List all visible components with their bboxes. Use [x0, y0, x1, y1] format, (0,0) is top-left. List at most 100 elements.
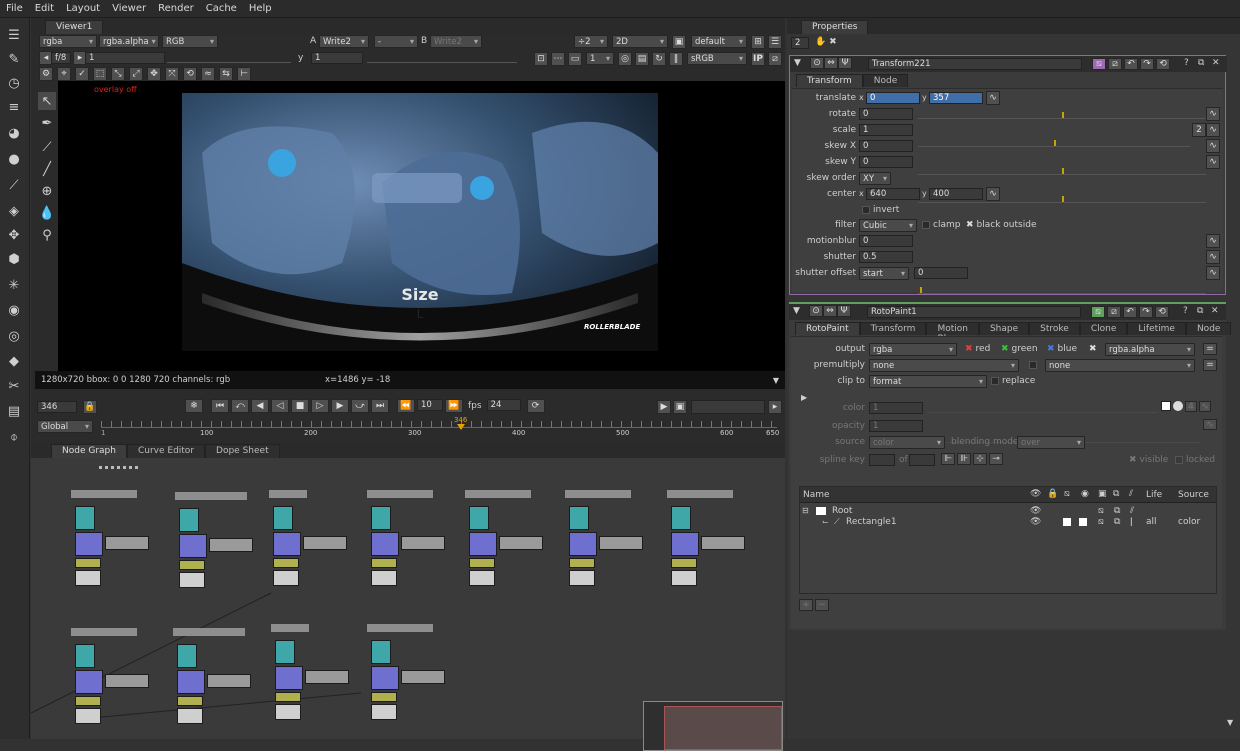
lut-default-dropdown[interactable]: default [691, 35, 747, 48]
settings-gear-icon[interactable]: ⚙ [39, 67, 53, 81]
other-nodes-icon[interactable]: ▤ [5, 402, 23, 420]
skew-order-dropdown[interactable]: XY [859, 172, 891, 185]
gamma-slider[interactable] [367, 55, 517, 63]
pick-icon[interactable]: ✓ [75, 67, 89, 81]
draw-nodes-icon[interactable]: ✎ [5, 50, 23, 68]
shutter-offset-dropdown[interactable]: start [859, 267, 909, 280]
link-icon[interactable]: ⇆ [219, 67, 233, 81]
col-lock-icon[interactable]: 🔒 [1047, 489, 1058, 499]
expand-timeline-icon[interactable]: ▸ [768, 400, 782, 414]
menu-edit[interactable]: Edit [29, 3, 60, 14]
refresh-icon[interactable]: ↻ [652, 52, 666, 66]
color-display-dropdown[interactable]: RGB [162, 35, 218, 48]
last-frame-icon[interactable]: ⏭ [371, 399, 389, 413]
menu-file[interactable]: File [0, 3, 29, 14]
scale-slider[interactable] [918, 135, 1190, 147]
bezier-tool-icon[interactable]: ✒ [38, 114, 56, 132]
info-expand-icon[interactable]: ▼ [773, 376, 779, 385]
add-key-icon[interactable]: ⤡ [111, 67, 125, 81]
roto-redo-icon[interactable]: ↷ [1139, 306, 1153, 318]
blue-checkbox[interactable]: ✖ blue [1047, 344, 1077, 354]
spline-key-field[interactable] [869, 454, 895, 466]
opacity-anim-icon[interactable]: ∿ [1203, 419, 1217, 430]
roto-close-icon[interactable]: ✕ [1211, 306, 1219, 316]
add-key-icon[interactable]: ⊹ [973, 453, 987, 465]
center-x-field[interactable]: 640 [866, 188, 920, 200]
skewy-anim-icon[interactable]: ∿ [1206, 155, 1220, 169]
tree-row-rectangle[interactable]: ⌙ ⟋ Rectangle1 👁 ⧅ ⧉ ǀ all color [802, 517, 1214, 529]
color-wheel-icon[interactable] [1173, 401, 1183, 411]
rect-visible-icon[interactable]: 👁 [1030, 517, 1041, 527]
locked-checkbox[interactable]: locked [1175, 455, 1215, 465]
tab-transform[interactable]: Transform [796, 74, 863, 87]
tab-node-graph[interactable]: Node Graph [51, 444, 127, 458]
col-overlay-icon[interactable]: ⧅ [1064, 489, 1070, 499]
col-name[interactable]: Name [803, 490, 830, 500]
wipe-icon[interactable]: ⧄ [768, 52, 782, 66]
minimap[interactable] [643, 701, 783, 751]
root-overlay-icon[interactable]: ⧅ [1098, 506, 1104, 516]
center-y-field[interactable]: 400 [929, 188, 983, 200]
rect-overlay-icon[interactable]: ⧅ [1098, 517, 1104, 527]
tab-curve-editor[interactable]: Curve Editor [126, 444, 206, 458]
next-key-icon[interactable]: ⊪ [957, 453, 971, 465]
settings-icon[interactable]: ☰ [768, 35, 782, 49]
tab-viewer1[interactable]: Viewer1 [45, 20, 104, 34]
merge-nodes-icon[interactable]: ◈ [5, 202, 23, 220]
remove-layer-icon[interactable]: − [815, 599, 829, 611]
motionblur-field[interactable]: 0 [859, 235, 913, 247]
clamp-checkbox[interactable]: clamp [922, 220, 960, 230]
premultiply2-dropdown[interactable]: none [1045, 359, 1195, 372]
revert-icon[interactable]: ⟲ [1156, 58, 1170, 70]
menu-layout[interactable]: Layout [60, 3, 106, 14]
skip-forward-icon[interactable]: ⏩ [445, 399, 463, 413]
roto-collapse-icon[interactable]: ▼ [793, 306, 800, 316]
output-menu-icon[interactable]: = [1203, 343, 1217, 355]
brush-tool-icon[interactable]: ⟋ [38, 138, 56, 156]
timeline-ruler[interactable]: 1 100 200 300 400 500 600 650 346 [101, 416, 779, 439]
eyedropper-icon[interactable]: ⌖ [57, 67, 71, 81]
transform-name-field[interactable]: Transform221 [868, 58, 1082, 70]
color-anim-icon[interactable]: ∿ [1199, 401, 1211, 412]
next-frame-icon[interactable]: ▶ [331, 399, 349, 413]
center-node-icon[interactable]: ⇔ [824, 57, 838, 69]
opacity-field[interactable]: 1 [869, 420, 923, 432]
source-dropdown[interactable]: color [869, 436, 945, 449]
add-layer-icon[interactable]: + [799, 599, 813, 611]
roto-qhelp-icon[interactable]: ? [1183, 306, 1188, 316]
col-color-icon[interactable]: ◉ [1081, 489, 1089, 499]
deep-nodes-icon[interactable]: ◉ [5, 301, 23, 319]
tab-motion-blur[interactable]: Motion Blur [926, 322, 979, 344]
current-frame-field[interactable]: 346 [37, 401, 77, 413]
color-nodes-icon[interactable]: ◕ [5, 124, 23, 142]
tab-clone[interactable]: Clone [1079, 322, 1128, 335]
mask-icon[interactable]: ⋯ [551, 52, 565, 66]
motionblur-anim-icon[interactable]: ∿ [1206, 234, 1220, 248]
skewx-anim-icon[interactable]: ∿ [1206, 139, 1220, 153]
float-icon[interactable]: ⧉ [1198, 58, 1204, 68]
translate-y-field[interactable]: 357 [929, 92, 983, 104]
max-panels-field[interactable]: 2 [791, 37, 809, 49]
fstop-field[interactable]: f/8 [51, 52, 71, 64]
expand-arrow-icon[interactable]: ▶ [801, 393, 807, 402]
scale-split-button[interactable]: 2 [1192, 123, 1206, 137]
tab-roto-node[interactable]: Node [1185, 322, 1232, 335]
roto-tool-icon[interactable]: Ψ [837, 305, 851, 317]
prev-keyframe-icon[interactable]: ⤺ [231, 399, 249, 413]
tab-properties[interactable]: Properties [801, 20, 869, 34]
output-alpha-dropdown[interactable]: rgba.alpha [1105, 343, 1195, 356]
rect-blend-icon[interactable]: ⧉ [1114, 517, 1120, 527]
color-swatch-icon[interactable] [1161, 401, 1171, 411]
rotate-anim-icon[interactable]: ∿ [1206, 107, 1220, 121]
feather-icon[interactable]: ⊢ [237, 67, 251, 81]
invert-checkbox[interactable]: invert [862, 205, 899, 215]
node-help-icon[interactable]: ⊙ [810, 57, 824, 69]
pause-render-icon[interactable]: ‖ [669, 52, 683, 66]
lock-panels-icon[interactable]: ✋ ✖ [815, 37, 837, 47]
tab-roto-transform[interactable]: Transform [859, 322, 927, 335]
gamma-field[interactable]: 1 [311, 52, 363, 64]
views-icon[interactable]: ◎ [5, 327, 23, 345]
image-nodes-icon[interactable]: ☰ [5, 26, 23, 44]
select-tool-icon[interactable]: ↖ [38, 92, 56, 110]
keyer-nodes-icon[interactable]: ⟋ [5, 176, 23, 194]
